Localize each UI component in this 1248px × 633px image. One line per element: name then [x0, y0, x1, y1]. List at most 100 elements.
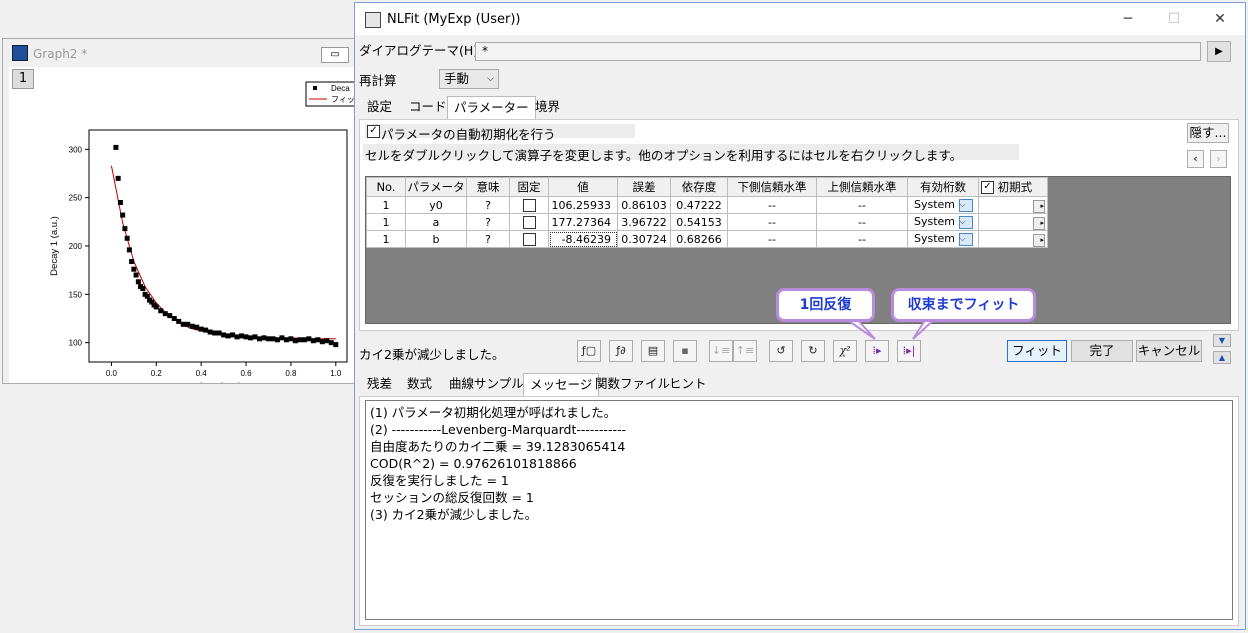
- col-meaning[interactable]: 意味: [466, 177, 510, 197]
- expand-arrow-icon[interactable]: ▸: [1033, 216, 1045, 230]
- cell-meaning[interactable]: ?: [466, 230, 510, 248]
- data-point: [324, 338, 330, 344]
- cell-value[interactable]: 177.27364: [548, 213, 618, 231]
- data-point: [261, 335, 267, 341]
- theme-menu-button[interactable]: ▶: [1207, 41, 1231, 62]
- param-init-icon[interactable]: ƒ▢: [577, 340, 601, 362]
- table-row[interactable]: 1 b ? -8.46239 0.30724 0.68266 -- -- Sys…: [366, 230, 1048, 248]
- prev-arrow-button[interactable]: ‹: [1187, 150, 1204, 168]
- tab-code[interactable]: コード: [403, 96, 453, 118]
- x-tick-label: 0.4: [196, 369, 208, 378]
- fixed-checkbox[interactable]: [522, 198, 536, 212]
- tab-bounds[interactable]: 境界: [529, 96, 566, 118]
- close-button[interactable]: ✕: [1197, 3, 1243, 35]
- parameter-table[interactable]: No. パラメータ 意味 固定 値 誤差 依存度 下側信頼水準 上側信頼水準 有…: [366, 177, 1048, 248]
- auto-init-row[interactable]: ✓ パラメータの自動初期化を行う: [365, 124, 635, 142]
- graph-titlebar[interactable]: Graph2 * ▭: [3, 39, 363, 67]
- cell-meaning[interactable]: ?: [466, 213, 510, 231]
- chevron-down-icon[interactable]: ⌵: [958, 232, 973, 246]
- tab-formula[interactable]: 数式: [401, 373, 438, 395]
- fixed-checkbox[interactable]: [522, 215, 536, 229]
- data-point: [153, 304, 159, 310]
- recalc-value: 手動: [444, 71, 470, 86]
- reset-icon[interactable]: ↻: [801, 340, 825, 362]
- undo-icon[interactable]: ↺: [769, 340, 793, 362]
- tab-parameters[interactable]: パラメーター: [447, 96, 536, 119]
- message-line: (3) カイ2乗が減少しました。: [370, 507, 538, 522]
- cell-value[interactable]: 106.25933: [548, 196, 618, 214]
- cancel-button[interactable]: キャンセル: [1136, 340, 1202, 362]
- col-lcl[interactable]: 下側信頼水準: [727, 177, 817, 197]
- data-point: [319, 339, 325, 345]
- cell-param: a: [405, 213, 467, 231]
- col-fixed[interactable]: 固定: [509, 177, 549, 197]
- sort-up-icon[interactable]: ↑≡: [733, 340, 757, 362]
- data-point: [140, 286, 146, 292]
- col-value[interactable]: 値: [548, 177, 618, 197]
- fit-button[interactable]: フィット: [1007, 340, 1067, 362]
- expand-up-button[interactable]: ▲: [1213, 351, 1231, 364]
- graph-window[interactable]: Graph2 * ▭ 1 100 150 200 250 300 0.0 0.2 0.4 0.6…: [2, 38, 364, 384]
- chevron-down-icon[interactable]: ⌵: [958, 215, 973, 229]
- sort-down-icon[interactable]: ↓≡: [709, 340, 733, 362]
- message-log[interactable]: (1) パラメータ初期化処理が呼ばれました。 (2) -----------Le…: [365, 400, 1233, 620]
- expand-arrow-icon[interactable]: ▸: [1033, 199, 1045, 213]
- expand-arrow-icon[interactable]: ▸: [1033, 233, 1045, 247]
- col-dependency[interactable]: 依存度: [670, 177, 728, 197]
- data-point: [212, 330, 218, 336]
- cell-sig[interactable]: System ⌵: [907, 230, 979, 248]
- cell-sig[interactable]: System ⌵: [907, 196, 979, 214]
- cell-sig[interactable]: System ⌵: [907, 213, 979, 231]
- data-point: [283, 337, 289, 343]
- restore-button[interactable]: ▭: [321, 47, 349, 63]
- parameter-header-row: No. パラメータ 意味 固定 値 誤差 依存度 下側信頼水準 上側信頼水準 有…: [366, 177, 1048, 197]
- col-ucl[interactable]: 上側信頼水準: [816, 177, 908, 197]
- tab-messages[interactable]: メッセージ: [523, 373, 600, 396]
- col-no[interactable]: No.: [366, 177, 406, 197]
- cell-value[interactable]: -8.46239: [548, 230, 618, 248]
- tab-settings[interactable]: 設定: [361, 96, 398, 118]
- message-line: COD(R^2) = 0.97626101818866: [370, 456, 577, 471]
- graph-canvas[interactable]: 1 1001502002503000.00.20.40.60.81.0Time …: [9, 67, 361, 383]
- data-point: [126, 247, 132, 253]
- col-init-formula[interactable]: ✓ 初期式: [978, 177, 1048, 197]
- col-error[interactable]: 誤差: [617, 177, 671, 197]
- data-point: [113, 144, 119, 150]
- minimize-button[interactable]: ─: [1105, 3, 1151, 35]
- cell-fixed[interactable]: [509, 196, 549, 214]
- fixed-checkbox[interactable]: [522, 232, 536, 246]
- cell-init-formula[interactable]: ▸: [978, 213, 1048, 231]
- table-row[interactable]: 1 y0 ? 106.25933 0.86103 0.47222 -- -- S…: [366, 196, 1048, 214]
- cell-fixed[interactable]: [509, 230, 549, 248]
- auto-init-checkbox[interactable]: ✓: [367, 125, 380, 138]
- cell-fixed[interactable]: [509, 213, 549, 231]
- init-formula-checkbox[interactable]: ✓: [981, 181, 994, 194]
- recalc-select[interactable]: 手動 ⌵: [439, 69, 499, 89]
- cell-init-formula[interactable]: ▸: [978, 230, 1048, 248]
- nlfit-titlebar[interactable]: NLFit (MyExp (User)) ─ ☐ ✕: [355, 3, 1245, 35]
- tab-curve-sample[interactable]: 曲線サンプル: [443, 373, 530, 395]
- cell-init-formula[interactable]: ▸: [978, 196, 1048, 214]
- done-button[interactable]: 完了: [1071, 340, 1133, 362]
- function-file-icon[interactable]: ▤: [641, 340, 665, 362]
- col-param[interactable]: パラメータ: [405, 177, 467, 197]
- maximize-button[interactable]: ☐: [1151, 3, 1197, 35]
- chevron-down-icon[interactable]: ⌵: [958, 198, 973, 212]
- hide-button[interactable]: 隠す...: [1187, 123, 1229, 143]
- save-icon[interactable]: ▪: [673, 340, 697, 362]
- collapse-down-button[interactable]: ▼: [1213, 334, 1231, 347]
- cell-meaning[interactable]: ?: [466, 196, 510, 214]
- data-point: [122, 226, 128, 232]
- decay-chart[interactable]: 100 150 200 250 300 0.0 0.2 0.4 0.6 0.8 1.0 Time (s…: [9, 67, 361, 383]
- graph-window-title: Graph2 *: [33, 47, 88, 61]
- hint-row: セルをダブルクリックして演算子を変更します。他のオプションを利用するにはセルを右…: [363, 144, 1019, 163]
- formula-icon[interactable]: ƒ∂: [609, 340, 633, 362]
- dialog-theme-combo[interactable]: *: [475, 42, 1201, 61]
- table-row[interactable]: 1 a ? 177.27364 3.96722 0.54153 -- -- Sy…: [366, 213, 1048, 231]
- hint-text: セルをダブルクリックして演算子を変更します。他のオプションを利用するにはセルを右…: [365, 148, 963, 163]
- col-sig[interactable]: 有効桁数: [907, 177, 979, 197]
- tab-residuals[interactable]: 残差: [361, 373, 398, 395]
- cell-dependency: 0.68266: [670, 230, 728, 248]
- next-arrow-button[interactable]: ›: [1210, 150, 1227, 168]
- tab-hints[interactable]: ヒント: [663, 373, 713, 395]
